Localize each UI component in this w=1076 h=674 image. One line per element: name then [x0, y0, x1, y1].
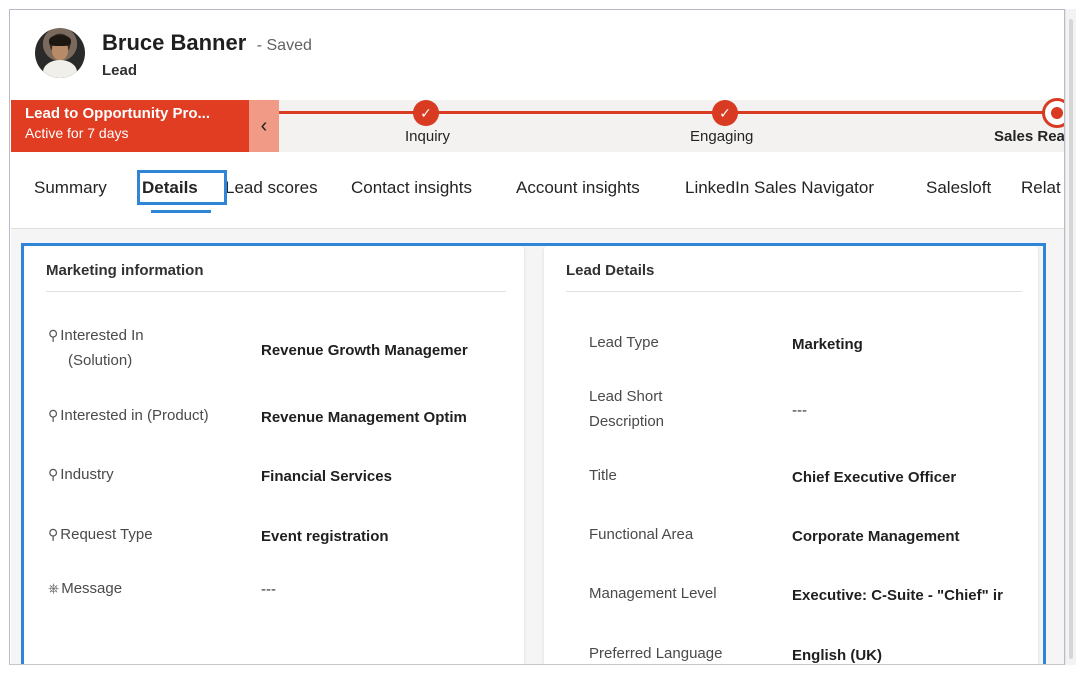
field-value-functional-area[interactable]: Corporate Management	[792, 528, 1017, 545]
tab-salesloft[interactable]: Salesloft	[926, 178, 991, 198]
record-name: Bruce Banner	[102, 30, 247, 55]
stage-inquiry-check-icon[interactable]: ✓	[413, 100, 439, 126]
field-label-request-type: ⚲ Request Type	[48, 526, 153, 543]
stage-engaging-check-icon[interactable]: ✓	[712, 100, 738, 126]
field-value-message: ---	[261, 581, 276, 598]
stage-inquiry-label[interactable]: Inquiry	[405, 128, 450, 145]
active-process-flyout[interactable]: Lead to Opportunity Pro... Active for 7 …	[11, 100, 249, 152]
record-title-row: Bruce Banner - Saved	[102, 30, 312, 56]
section-title: Lead Details	[566, 262, 655, 279]
save-status: - Saved	[256, 37, 312, 54]
scrollbar-thumb[interactable]	[1069, 19, 1073, 659]
field-label-lead-short-description: Lead Short Description	[589, 388, 665, 430]
field-value-management-level[interactable]: Executive: C-Suite - "Chief" ir	[792, 587, 1017, 604]
field-value-lead-short-description[interactable]: ---	[792, 402, 1017, 419]
field-value-preferred-language[interactable]: English (UK)	[792, 647, 1017, 664]
process-name: Lead to Opportunity Pro...	[25, 105, 210, 122]
field-label-preferred-language: Preferred Language	[589, 645, 723, 662]
field-value-lead-type[interactable]: Marketing	[792, 336, 1017, 353]
stage-sales-ready-label[interactable]: Sales Read	[994, 128, 1064, 145]
active-tab-underline	[151, 210, 211, 213]
field-value-request-type[interactable]: Event registration	[261, 528, 491, 545]
field-label-title: Title	[589, 467, 617, 484]
business-process-flow: Lead to Opportunity Pro... Active for 7 …	[11, 98, 1064, 152]
field-value-interested-in-product[interactable]: Revenue Management Optim	[261, 409, 491, 426]
search-icon: ⚲	[48, 407, 59, 423]
field-label-lead-type: Lead Type	[589, 334, 659, 351]
field-label-industry: ⚲ Industry	[48, 466, 114, 483]
tab-account-insights[interactable]: Account insights	[516, 178, 640, 198]
field-value-industry[interactable]: Financial Services	[261, 468, 491, 485]
search-icon: ⚲	[48, 466, 59, 482]
process-progress-line	[279, 111, 1064, 114]
field-label-interested-in-product: ⚲ Interested in (Product)	[48, 407, 209, 424]
form-tabs: Summary Details Lead scores Contact insi…	[24, 170, 1064, 222]
field-label-interested-in-solution: ⚲ Interested In (Solution)	[48, 327, 144, 369]
field-value-interested-in-solution[interactable]: Revenue Growth Managemer	[261, 342, 491, 359]
field-label-message: ⎈ Message	[48, 580, 123, 597]
tab-related[interactable]: Relat	[1021, 178, 1061, 198]
section-divider	[46, 291, 506, 292]
details-tab-highlight-box	[137, 170, 227, 205]
process-duration: Active for 7 days	[25, 125, 129, 141]
search-icon: ⚲	[48, 526, 59, 542]
lock-icon: ⎈	[48, 580, 60, 596]
tab-contact-insights[interactable]: Contact insights	[351, 178, 472, 198]
chevron-left-icon[interactable]: ‹	[249, 100, 279, 152]
user-avatar	[35, 28, 85, 78]
search-icon: ⚲	[48, 327, 59, 343]
page-scrollbar[interactable]	[1065, 9, 1076, 665]
section-title: Marketing information	[46, 262, 204, 279]
tab-summary[interactable]: Summary	[34, 178, 107, 198]
stage-active-indicator-icon[interactable]	[1042, 98, 1064, 128]
record-entity-type: Lead	[102, 62, 138, 79]
marketing-information-section: Marketing information ⚲ Interested In (So…	[24, 246, 524, 664]
field-label-management-level: Management Level	[589, 585, 717, 602]
record-form: Bruce Banner - Saved Lead Lead to Opport…	[9, 9, 1065, 665]
lead-details-section: Lead Details Lead Type Marketing Lead Sh…	[544, 246, 1038, 664]
field-value-title[interactable]: Chief Executive Officer	[792, 469, 1017, 486]
stage-engaging-label[interactable]: Engaging	[690, 128, 753, 145]
field-label-functional-area: Functional Area	[589, 526, 694, 543]
tab-lead-scores[interactable]: Lead scores	[225, 178, 318, 198]
section-divider	[566, 291, 1022, 292]
tab-linkedin-sales-navigator[interactable]: LinkedIn Sales Navigator	[685, 178, 874, 198]
